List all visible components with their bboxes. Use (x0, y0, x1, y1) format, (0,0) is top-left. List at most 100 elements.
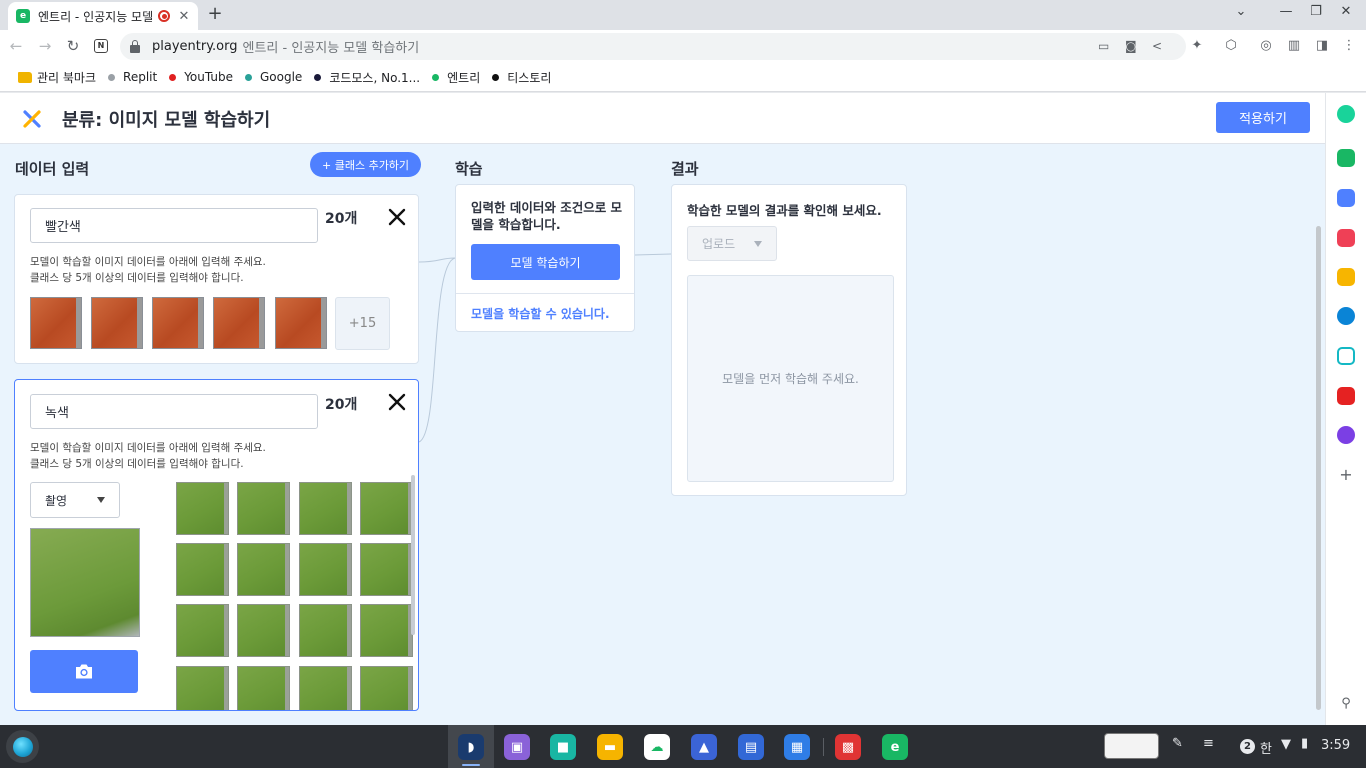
image-thumbnail[interactable] (237, 666, 290, 710)
launcher-button[interactable] (6, 730, 39, 763)
notification-count-badge[interactable]: 2 (1240, 739, 1255, 754)
image-thumbnail[interactable] (299, 666, 352, 710)
train-model-button[interactable]: 모델 학습하기 (471, 244, 620, 280)
image-thumbnail[interactable] (299, 604, 352, 657)
bookmark-replit[interactable]: Replit (108, 70, 157, 84)
extensions-puzzle-icon[interactable]: ✦ (1188, 38, 1206, 53)
add-class-button[interactable]: + 클래스 추가하기 (310, 152, 422, 177)
train-card: 입력한 데이터와 조건으로 모델을 학습합니다. 모델 학습하기 모델을 학습할… (455, 184, 635, 332)
codemos-icon (314, 73, 322, 81)
bookmark-codemos[interactable]: 코드모스, No.1... (314, 69, 420, 86)
extension-n-icon[interactable]: N (94, 39, 108, 53)
camera-side-icon[interactable] (1337, 347, 1355, 365)
share-icon[interactable]: < (1152, 39, 1162, 53)
video-editor-app-icon[interactable]: ▩ (835, 734, 861, 760)
color-app-icon[interactable] (1337, 426, 1355, 444)
address-bar[interactable]: playentry.org 엔트리 - 인공지능 모델 학습하기 ▭ ◙ < (120, 33, 1186, 60)
edge-icon[interactable] (1337, 307, 1355, 325)
tab-search-icon[interactable]: ⌄ (1231, 4, 1251, 19)
image-thumbnail[interactable] (91, 297, 143, 349)
bookmark-manage[interactable]: 관리 북마크 (18, 69, 96, 86)
back-button[interactable]: ← (6, 36, 26, 56)
wifi-icon[interactable]: ▼ (1281, 737, 1291, 752)
image-thumbnail[interactable] (176, 482, 229, 535)
restore-icon[interactable]: ❐ (1306, 4, 1326, 19)
close-icon[interactable] (387, 207, 407, 227)
pocket-icon[interactable] (1337, 229, 1355, 247)
youtube-icon (169, 73, 177, 81)
tab-close-icon[interactable]: ✕ (176, 9, 192, 24)
ime-indicator[interactable]: 한 (1260, 738, 1272, 757)
input-source-select[interactable]: 촬영 (30, 482, 120, 518)
reload-button[interactable]: ↻ (63, 36, 83, 56)
entry-side-icon[interactable] (1337, 105, 1355, 123)
extension-icon[interactable]: ⬡ (1222, 38, 1240, 53)
image-thumbnail[interactable] (360, 543, 413, 596)
browser-tab[interactable]: e 엔트리 - 인공지능 모델 학 ✕ (8, 2, 198, 30)
new-tab-button[interactable]: + (205, 4, 225, 24)
bookmarks-bar: 관리 북마크 Replit YouTube Google 코드모스, No.1.… (0, 63, 1366, 92)
bookmark-youtube[interactable]: YouTube (169, 70, 233, 84)
image-thumbnail[interactable] (237, 482, 290, 535)
clock[interactable]: 3:59 (1321, 738, 1350, 753)
forward-button[interactable]: → (35, 36, 55, 56)
book-app-icon[interactable]: ▦ (784, 734, 810, 760)
image-thumbnail[interactable] (237, 604, 290, 657)
files-app-icon[interactable]: ▬ (597, 734, 623, 760)
more-images-button[interactable]: +15 (335, 297, 390, 350)
class-name-input[interactable] (30, 208, 318, 243)
image-thumbnail[interactable] (275, 297, 327, 349)
capture-button[interactable] (30, 650, 138, 693)
star-icon[interactable] (1337, 268, 1355, 286)
class-description: 모델이 학습할 이미지 데이터를 아래에 입력해 주세요. 클래스 당 5개 이… (30, 442, 266, 470)
reading-list-icon[interactable]: ▥ (1285, 38, 1303, 53)
side-panel-icon[interactable]: ◨ (1313, 38, 1331, 53)
bag-app-icon[interactable]: ▣ (504, 734, 530, 760)
battery-icon[interactable]: ▮ (1301, 736, 1308, 751)
youtube-side-icon[interactable] (1337, 387, 1355, 405)
image-thumbnail[interactable] (360, 482, 413, 535)
result-placeholder: 모델을 먼저 학습해 주세요. (687, 275, 894, 482)
image-thumbnail[interactable] (360, 604, 413, 657)
bird-app-icon[interactable]: ◗ (458, 734, 484, 760)
image-thumbnail[interactable] (152, 297, 204, 349)
classroom-app-icon[interactable]: ▲ (691, 734, 717, 760)
image-thumbnail[interactable] (30, 297, 82, 349)
class-data-count: 20개 (325, 211, 358, 227)
tray-list-icon[interactable]: ≡ (1203, 736, 1214, 751)
bookmark-entry[interactable]: 엔트리 (432, 69, 480, 86)
meet-app-icon[interactable]: ■ (550, 734, 576, 760)
add-icon[interactable]: + (1337, 466, 1355, 484)
image-thumbnail[interactable] (176, 543, 229, 596)
image-thumbnail[interactable] (213, 297, 265, 349)
image-thumbnail[interactable] (176, 604, 229, 657)
notification-bell-icon[interactable] (1337, 149, 1355, 167)
bookmark-tistory[interactable]: 티스토리 (492, 69, 551, 86)
screenshot-icon[interactable]: ◙ (1125, 39, 1137, 53)
apply-button[interactable]: 적용하기 (1216, 102, 1310, 133)
window-close-icon[interactable]: ✕ (1336, 4, 1356, 19)
image-thumbnail[interactable] (299, 543, 352, 596)
bookmark-google[interactable]: Google (244, 70, 302, 84)
image-thumbnail[interactable] (299, 482, 352, 535)
menu-icon[interactable]: ⋮ (1340, 38, 1358, 53)
image-thumbnail[interactable] (176, 666, 229, 710)
screen-capture-icon[interactable]: ◎ (1257, 38, 1275, 53)
data-input-title: 데이터 입력 (15, 160, 90, 178)
close-icon[interactable] (387, 392, 407, 412)
class-name-input[interactable] (30, 394, 318, 429)
briefcase-icon[interactable] (1337, 189, 1355, 207)
thumbnail-scrollbar[interactable] (411, 475, 415, 635)
upload-select[interactable]: 업로드 (687, 226, 777, 261)
minimize-icon[interactable]: — (1276, 4, 1296, 19)
cast-icon[interactable]: ▭ (1098, 39, 1109, 53)
stylus-icon[interactable]: ✎ (1172, 736, 1183, 751)
page-scrollbar[interactable] (1316, 226, 1321, 710)
image-thumbnail[interactable] (360, 666, 413, 710)
cloud-app-icon[interactable]: ☁ (644, 734, 670, 760)
image-thumbnail[interactable] (237, 543, 290, 596)
entry-app-icon[interactable]: e (882, 734, 908, 760)
presentation-app-icon[interactable]: ▤ (738, 734, 764, 760)
tray-window-preview[interactable] (1104, 733, 1159, 759)
pin-icon[interactable]: ⚲ (1337, 695, 1355, 713)
